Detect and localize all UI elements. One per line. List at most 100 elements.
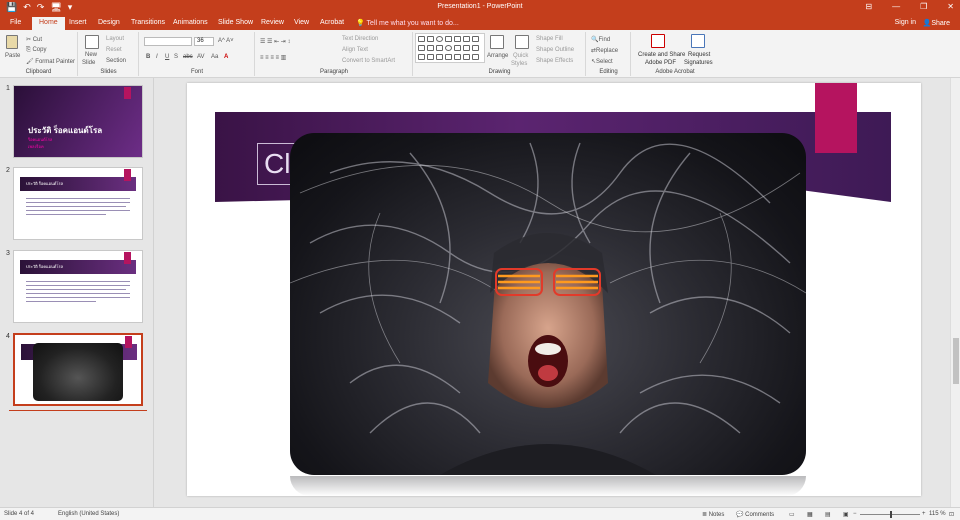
vertical-scrollbar[interactable] bbox=[950, 78, 960, 507]
create-pdf-button[interactable]: Create and Share bbox=[638, 52, 685, 58]
align-buttons[interactable]: ≡ ≡ ≡ ≡ ▥ bbox=[260, 54, 286, 61]
reading-view-icon[interactable]: ▤ bbox=[825, 511, 831, 518]
replace-button[interactable]: ⇄Replace bbox=[591, 47, 618, 54]
slides-group-label: Slides bbox=[100, 69, 117, 75]
sign-in-link[interactable]: Sign in bbox=[895, 19, 916, 26]
slide-number: 1 bbox=[6, 85, 10, 92]
shapes-gallery[interactable] bbox=[415, 33, 485, 63]
restore-button[interactable]: ❐ bbox=[920, 2, 927, 11]
select-label: Select bbox=[596, 59, 613, 65]
tab-transitions[interactable]: Transitions bbox=[131, 19, 165, 26]
font-name-box[interactable] bbox=[144, 37, 192, 46]
layout-button[interactable]: Layout bbox=[106, 36, 124, 42]
font-color-button[interactable]: A bbox=[224, 54, 228, 60]
slide-sorter-icon[interactable]: ▦ bbox=[807, 511, 813, 518]
new-slide-button[interactable]: New bbox=[85, 52, 97, 58]
shape-effects-button[interactable]: Shape Effects bbox=[536, 58, 573, 64]
slides-group: New Slide Layout Reset Section Slides bbox=[79, 32, 139, 76]
zoom-out-button[interactable]: − bbox=[853, 511, 857, 517]
request-signatures-label[interactable]: Signatures bbox=[684, 60, 713, 66]
tell-me-search[interactable]: 💡 Tell me what you want to do... bbox=[356, 19, 459, 27]
share-button[interactable]: 👤Share bbox=[923, 19, 950, 27]
tab-insert[interactable]: Insert bbox=[69, 19, 87, 26]
comments-button[interactable]: 💬 Comments bbox=[736, 511, 774, 518]
zoom-in-button[interactable]: + bbox=[922, 511, 926, 517]
paste-button[interactable]: Paste bbox=[5, 53, 20, 59]
normal-view-icon[interactable]: ▭ bbox=[789, 511, 795, 518]
comments-label: Comments bbox=[745, 512, 775, 518]
convert-smartart-button[interactable]: Convert to SmartArt bbox=[342, 58, 395, 64]
bullets-button[interactable]: ☰ ☰ ⇤ ⇥ ↕ bbox=[260, 38, 290, 45]
format-painter-button[interactable]: 🖌 Format Painter bbox=[26, 58, 75, 65]
tab-view[interactable]: View bbox=[294, 19, 309, 26]
zoom-slider-knob[interactable] bbox=[890, 511, 892, 518]
request-signatures-button[interactable]: Request bbox=[688, 52, 710, 58]
cut-button[interactable]: ✂ Cut bbox=[26, 36, 42, 43]
text-direction-button[interactable]: Text Direction bbox=[342, 36, 378, 42]
section-button[interactable]: Section bbox=[106, 58, 126, 64]
find-button[interactable]: 🔍Find bbox=[591, 36, 610, 43]
char-spacing-button[interactable]: AV bbox=[197, 54, 205, 60]
close-button[interactable]: ✕ bbox=[947, 2, 954, 11]
cut-label: Cut bbox=[32, 37, 43, 43]
italic-button[interactable]: I bbox=[156, 54, 158, 60]
ribbon: Paste ✂ Cut ⎘ Copy 🖌 Format Painter Clip… bbox=[0, 30, 960, 78]
slideshow-view-icon[interactable]: ▣ bbox=[843, 511, 849, 518]
scrollbar-thumb[interactable] bbox=[953, 338, 959, 384]
tab-home[interactable]: Home bbox=[32, 17, 65, 30]
user-icon: 👤 bbox=[922, 20, 932, 27]
fit-slide-icon[interactable]: ⊡ bbox=[949, 511, 954, 518]
photo-reflection bbox=[290, 476, 806, 496]
shape-outline-button[interactable]: Shape Outline bbox=[536, 47, 574, 53]
select-button[interactable]: ↖Select bbox=[591, 58, 613, 65]
tab-review[interactable]: Review bbox=[261, 19, 284, 26]
pdf-icon[interactable] bbox=[651, 34, 665, 48]
ribbon-display-icon[interactable]: ⊟ bbox=[865, 2, 872, 11]
notes-button[interactable]: ≣ Notes bbox=[702, 511, 724, 518]
arrange-icon[interactable] bbox=[490, 35, 504, 49]
font-size-box[interactable]: 36 bbox=[194, 37, 214, 46]
tab-design[interactable]: Design bbox=[98, 19, 120, 26]
language-indicator[interactable]: English (United States) bbox=[58, 511, 119, 517]
quick-styles-label[interactable]: Styles bbox=[511, 61, 527, 67]
tab-slide-show[interactable]: Slide Show bbox=[218, 19, 253, 26]
create-pdf-label[interactable]: Adobe PDF bbox=[645, 60, 676, 66]
copy-label: Copy bbox=[32, 47, 47, 53]
shadow-button[interactable]: S bbox=[174, 54, 178, 60]
quick-styles-icon[interactable] bbox=[515, 35, 529, 49]
editing-group-label: Editing bbox=[599, 69, 618, 75]
slide-thumb-1[interactable]: ประวัติ ร็อคแอนด์โรล ร็อคแอนด์โรล เพลงร็… bbox=[13, 85, 143, 158]
zoom-level[interactable]: 115 % bbox=[929, 511, 946, 517]
photo-illustration bbox=[290, 142, 806, 475]
current-slide[interactable]: Cli bbox=[187, 83, 921, 496]
paste-icon[interactable] bbox=[6, 35, 18, 49]
thumb-tag bbox=[125, 336, 132, 348]
slide-thumb-4[interactable] bbox=[13, 333, 143, 406]
shape-fill-button[interactable]: Shape Fill bbox=[536, 36, 563, 42]
reset-button[interactable]: Reset bbox=[106, 47, 122, 53]
change-case-button[interactable]: Aa bbox=[211, 54, 218, 60]
font-group: 36 A^ A˅ B I U S abc AV Aa A Font bbox=[140, 32, 255, 76]
copy-button[interactable]: ⎘ Copy bbox=[26, 47, 46, 54]
underline-button[interactable]: U bbox=[165, 54, 169, 60]
quick-styles-button[interactable]: Quick bbox=[513, 53, 528, 59]
align-text-button[interactable]: Align Text bbox=[342, 47, 368, 53]
minimize-button[interactable]: — bbox=[892, 2, 900, 11]
paintbrush-icon: 🖌 bbox=[26, 59, 36, 65]
slide-photo[interactable] bbox=[290, 133, 806, 475]
font-grow-button[interactable]: A^ A˅ bbox=[218, 38, 234, 44]
magenta-tag-shape[interactable] bbox=[815, 83, 857, 153]
signature-icon[interactable] bbox=[691, 34, 705, 48]
arrange-button[interactable]: Arrange bbox=[487, 53, 508, 59]
tab-file[interactable]: File bbox=[10, 19, 21, 26]
tab-acrobat[interactable]: Acrobat bbox=[320, 19, 344, 26]
slide-thumb-2[interactable]: ประวัติ ร็อคแอนด์โรล bbox=[13, 167, 143, 240]
tab-animations[interactable]: Animations bbox=[173, 19, 208, 26]
new-slide-label[interactable]: Slide bbox=[82, 60, 95, 66]
strikethrough-button[interactable]: abc bbox=[183, 54, 193, 60]
new-slide-icon[interactable] bbox=[85, 35, 99, 49]
slide-thumb-3[interactable]: ประวัติ ร็อคแอนด์โรล bbox=[13, 250, 143, 323]
bold-button[interactable]: B bbox=[146, 54, 150, 60]
notes-icon: ≣ bbox=[702, 512, 709, 518]
share-label: Share bbox=[931, 20, 950, 27]
